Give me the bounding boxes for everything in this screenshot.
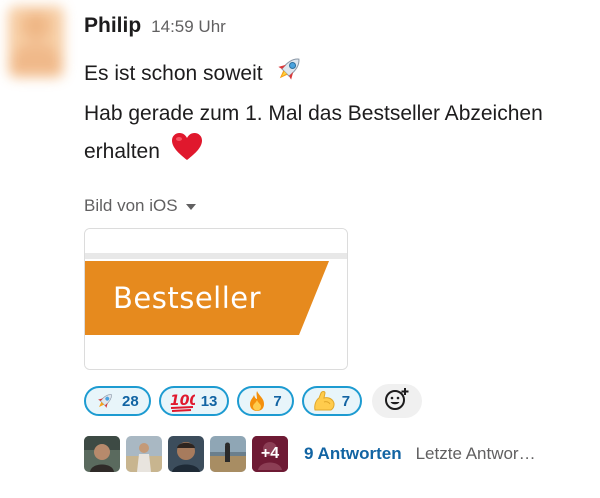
reaction-count: 28 <box>122 392 139 410</box>
more-count: +4 <box>260 445 280 462</box>
flexed-biceps-icon <box>312 390 336 412</box>
reaction-flex[interactable]: 7 <box>301 386 363 416</box>
timestamp[interactable]: 14:59 Uhr <box>151 17 226 37</box>
last-reply-text: Letzte Antwor… <box>415 444 536 463</box>
file-title-toggle[interactable]: Bild von iOS <box>84 196 196 216</box>
image-attachment[interactable]: Bestseller <box>84 228 348 370</box>
replies-link[interactable]: 9 Antworten <box>304 444 402 464</box>
reaction-count: 7 <box>273 392 282 410</box>
thread-summary[interactable]: +4 9 Antworten Letzte Antwor… <box>84 436 536 472</box>
reaction-rocket[interactable]: 28 <box>84 386 151 416</box>
fire-icon <box>247 390 267 412</box>
caret-down-icon <box>185 204 196 210</box>
reaction-fire[interactable]: 7 <box>237 386 294 416</box>
reaction-hundred[interactable]: 100 13 <box>158 386 230 416</box>
message-line-2: Hab gerade zum 1. Mal das Bestseller Abz… <box>84 102 543 125</box>
add-reaction-button[interactable] <box>372 384 423 418</box>
red-heart-icon <box>170 131 204 174</box>
reply-avatar <box>210 436 246 472</box>
reply-avatar <box>168 436 204 472</box>
bestseller-text: Bestseller <box>113 281 262 315</box>
rocket-icon <box>272 52 306 97</box>
more-participants-badge: +4 <box>252 436 288 472</box>
reply-avatar <box>84 436 120 472</box>
reply-avatar <box>126 436 162 472</box>
reactions-bar: 28 100 13 7 7 <box>84 384 423 418</box>
add-emoji-icon <box>384 386 410 417</box>
avatar[interactable] <box>8 6 64 78</box>
message-line-3: erhalten <box>84 140 160 164</box>
message-body: Es ist schon soweit Hab gerade zum 1. Ma… <box>84 52 594 174</box>
hundred-points-icon: 100 <box>169 390 195 412</box>
reaction-count: 7 <box>341 392 351 410</box>
author-name[interactable]: Philip <box>84 14 141 38</box>
reaction-count: 13 <box>200 392 218 410</box>
message-line-1: Es ist schon soweit <box>84 62 263 86</box>
message-header: Philip 14:59 Uhr <box>84 14 226 38</box>
rocket-icon <box>94 390 116 412</box>
file-label: Bild von iOS <box>84 196 178 215</box>
